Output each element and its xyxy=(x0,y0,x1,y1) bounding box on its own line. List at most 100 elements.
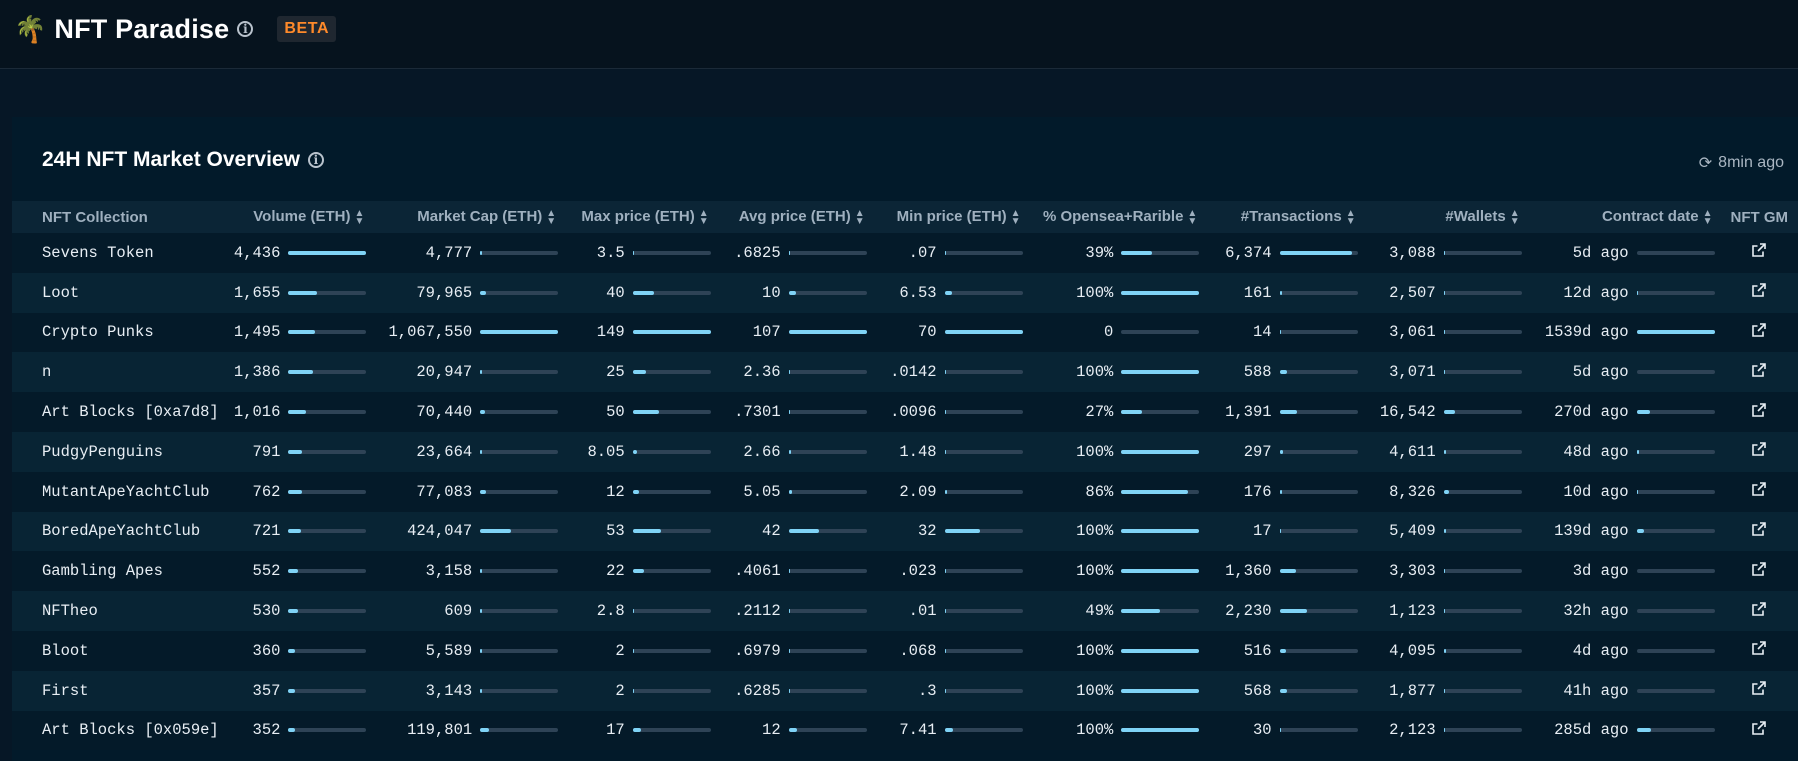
collection-name[interactable]: Art Blocks [0x059e] xyxy=(12,711,219,751)
collection-name[interactable]: PudgyPenguins xyxy=(12,432,214,472)
avg-price-value: 42 xyxy=(762,522,781,541)
collection-name[interactable]: Gambling Apes xyxy=(12,551,214,591)
app-title: NFT Paradise xyxy=(54,13,230,44)
market-cap-bar-fill xyxy=(480,688,482,693)
sort-icon[interactable]: ▲ ▼ xyxy=(855,208,865,226)
max-price-cell-content: 53 xyxy=(564,522,716,540)
last-updated[interactable]: ⟳ 8min ago xyxy=(1699,153,1784,173)
transactions-bar xyxy=(1279,330,1358,335)
col-header-transactions[interactable]: #Transactions ▲ ▼ xyxy=(1205,201,1363,233)
market-cap-cell-content: 609 xyxy=(372,602,564,620)
collection-name[interactable]: MutantApeYachtClub xyxy=(12,472,214,512)
external-link-icon[interactable] xyxy=(1751,481,1767,497)
min-price-cell-content: 6.53 xyxy=(873,284,1029,302)
table-row[interactable]: First 357 3,143 2 .6285 .3 100% 568 1,877 41h ago xyxy=(12,670,1798,711)
external-link-icon[interactable] xyxy=(1751,402,1767,418)
col-header-avg-price[interactable]: Avg price (ETH) ▲ ▼ xyxy=(717,201,873,233)
transactions-bar xyxy=(1279,370,1358,375)
sort-icon[interactable]: ▲ ▼ xyxy=(1703,208,1713,226)
external-link-icon[interactable] xyxy=(1751,720,1767,736)
col-header-contract-date[interactable]: Contract date ▲ ▼ xyxy=(1528,201,1721,233)
contract-date-value: 285d ago xyxy=(1554,721,1629,740)
wallets-bar-fill xyxy=(1443,250,1446,255)
external-link-icon[interactable] xyxy=(1751,242,1767,258)
table-row[interactable]: Bloot 360 5,589 2 .6979 .068 100% 516 4,095 4d ag… xyxy=(12,630,1798,671)
contract-date-cell-content: 139d ago xyxy=(1528,522,1721,540)
collection-name[interactable]: n xyxy=(12,352,214,392)
external-link-icon[interactable] xyxy=(1751,441,1767,457)
volume-value: 4,436 xyxy=(233,243,281,262)
min-price-value: 70 xyxy=(917,323,937,342)
cell-transactions: 14 xyxy=(1205,313,1363,353)
avg-price-bar xyxy=(788,728,867,733)
col-header-min-price[interactable]: Min price (ETH) ▲ ▼ xyxy=(873,201,1029,233)
min-price-bar xyxy=(944,370,1023,375)
collection-name[interactable]: Loot xyxy=(12,273,214,313)
col-header-wallets[interactable]: #Wallets ▲ ▼ xyxy=(1364,201,1528,233)
table-row[interactable]: Loot 1,655 79,965 40 10 6.53 100% 161 2,507 12d a… xyxy=(12,272,1798,313)
table-row[interactable]: n 1,386 20,947 25 2.36 .0142 100% 588 3,071 5d ag… xyxy=(12,352,1798,393)
table-row[interactable]: Crypto Punks 1,495 1,067,550 149 107 70 0 14 3,0… xyxy=(12,312,1798,353)
top-bar: 🌴 NFT Paradise i BETA xyxy=(0,0,1798,69)
wallets-bar-fill xyxy=(1443,489,1450,494)
table-body: Sevens Token 4,436 4,777 3.5 .6825 .07 39% 6,37… xyxy=(12,233,1798,751)
market-cap-bar-fill xyxy=(480,529,512,534)
cell-contract-date: 10d ago xyxy=(1528,472,1721,512)
cell-avg-price: 10 xyxy=(717,273,873,313)
table-row[interactable]: Art Blocks [0xa7d8] 1,016 70,440 50 .7301 .00… xyxy=(12,392,1798,432)
cell-opensea-rarible: 39% xyxy=(1029,233,1206,273)
cell-min-price: .07 xyxy=(873,233,1029,273)
collection-name[interactable]: Bloot xyxy=(12,631,214,671)
external-link-icon[interactable] xyxy=(1751,640,1767,656)
collection-name[interactable]: Sevens Token xyxy=(12,233,214,273)
sort-icon[interactable]: ▲ ▼ xyxy=(546,208,556,226)
col-header-max-price[interactable]: Max price (ETH) ▲ ▼ xyxy=(564,201,716,233)
col-header-opensea-rarible[interactable]: % Opensea+Rarible ▲ ▼ xyxy=(1029,201,1206,233)
contract-date-bar-fill xyxy=(1636,290,1639,295)
col-header-volume[interactable]: Volume (ETH) ▲ ▼ xyxy=(214,201,372,233)
collection-name[interactable]: BoredApeYachtClub xyxy=(12,512,214,552)
info-icon[interactable]: i xyxy=(237,21,254,37)
transactions-bar xyxy=(1279,410,1358,415)
collection-name[interactable]: Art Blocks [0xa7d8] xyxy=(12,392,219,432)
cell-transactions: 17 xyxy=(1205,512,1363,552)
sort-icon[interactable]: ▲ ▼ xyxy=(699,208,709,226)
wallets-value: 3,071 xyxy=(1389,363,1436,382)
collection-name[interactable]: First xyxy=(12,671,214,711)
external-link-icon[interactable] xyxy=(1751,561,1767,577)
avg-price-bar-fill xyxy=(788,330,867,335)
refresh-icon[interactable]: ⟳ xyxy=(1699,153,1712,173)
max-price-value: 149 xyxy=(596,323,625,342)
table-row[interactable]: PudgyPenguins 791 23,664 8.05 2.66 1.48 100% 29… xyxy=(12,431,1798,472)
contract-date-value: 1539d ago xyxy=(1544,323,1629,342)
contract-date-bar-fill xyxy=(1636,529,1644,534)
sort-icon[interactable]: ▲ ▼ xyxy=(355,208,365,226)
avg-price-cell-content: 2.66 xyxy=(717,443,873,461)
collection-name[interactable]: Crypto Punks xyxy=(12,313,214,353)
wallets-value: 3,061 xyxy=(1389,323,1436,342)
table-row[interactable]: Sevens Token 4,436 4,777 3.5 .6825 .07 39% 6,37… xyxy=(12,233,1798,273)
volume-bar xyxy=(288,489,367,494)
table-row[interactable]: Art Blocks [0x059e] 352 119,801 17 12 7.41 100… xyxy=(12,710,1798,751)
min-price-cell-content: .3 xyxy=(873,682,1029,700)
avg-price-cell-content: .2112 xyxy=(717,602,873,620)
sort-icon[interactable]: ▲ ▼ xyxy=(1346,208,1356,226)
avg-price-value: .2112 xyxy=(734,602,781,621)
sort-icon[interactable]: ▲ ▼ xyxy=(1510,208,1520,226)
external-link-icon[interactable] xyxy=(1751,521,1767,537)
col-header-market-cap[interactable]: Market Cap (ETH) ▲ ▼ xyxy=(372,201,564,233)
external-link-icon[interactable] xyxy=(1751,282,1767,298)
external-link-icon[interactable] xyxy=(1751,322,1767,338)
sort-icon[interactable]: ▲ ▼ xyxy=(1011,208,1021,226)
table-row[interactable]: NFTheo 530 609 2.8 .2112 .01 49% 2,230 1,123 32h … xyxy=(12,591,1798,631)
external-link-icon[interactable] xyxy=(1751,680,1767,696)
table-row[interactable]: MutantApeYachtClub 762 77,083 12 5.05 2.09 86%… xyxy=(12,471,1798,512)
table-row[interactable]: Gambling Apes 552 3,158 22 .4061 .023 100% 1,36… xyxy=(12,551,1798,592)
sort-icon[interactable]: ▲ ▼ xyxy=(1187,208,1197,226)
external-link-icon[interactable] xyxy=(1751,601,1767,617)
min-price-bar-fill xyxy=(944,688,947,693)
collection-name[interactable]: NFTheo xyxy=(12,591,214,631)
external-link-icon[interactable] xyxy=(1751,362,1767,378)
info-icon[interactable]: i xyxy=(307,152,324,168)
table-row[interactable]: BoredApeYachtClub 721 424,047 53 42 32 100% 17 5… xyxy=(12,511,1798,552)
